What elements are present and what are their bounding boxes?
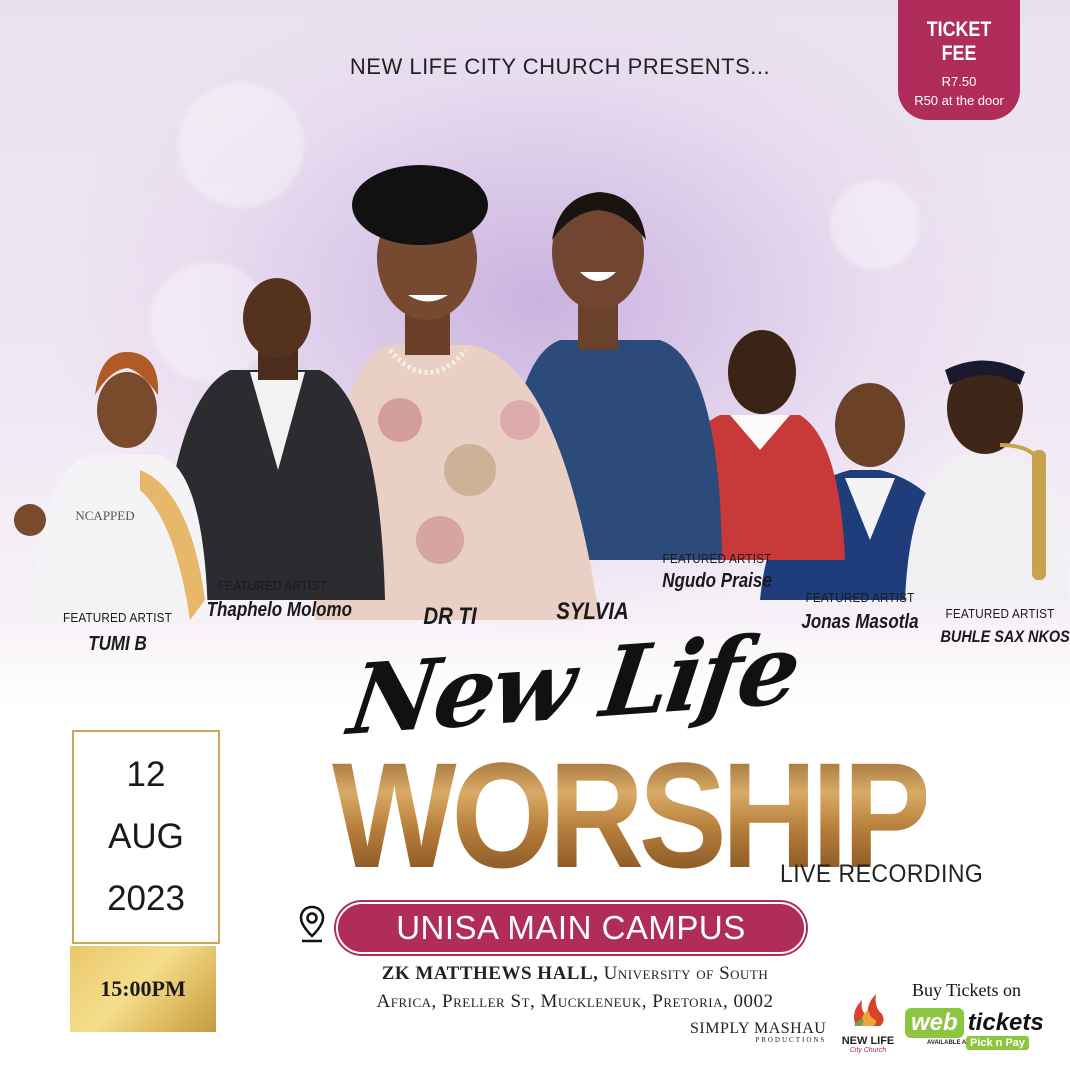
artist-role: FEATURED ARTIST	[945, 606, 1055, 621]
church-logo-text: NEW LIFE	[841, 1035, 895, 1047]
artist-role: FEATURED ARTIST	[218, 578, 327, 593]
artist-label-thaphelo-molomo: FEATURED ARTIST Thaphelo Molomo	[195, 578, 353, 622]
date-box: 12 AUG 2023	[72, 730, 220, 944]
event-poster: NEW LIFE CITY CHURCH PRESENTS... TICKET …	[0, 0, 1070, 1070]
church-logo-sub: City Church	[849, 1047, 887, 1054]
artist-role: FEATURED ARTIST	[805, 590, 915, 605]
artist-label-jonas-masotla: FEATURED ARTIST Jonas Masotla	[785, 590, 935, 634]
location-pin-icon	[299, 905, 325, 943]
artist-name: DR TI	[423, 603, 477, 630]
artist-name: Thaphelo Molomo	[206, 599, 353, 621]
artist-label-dr-ti: DR TI	[395, 603, 505, 631]
shirt-print: NCAPPED	[75, 508, 135, 523]
venue-address-line-1: University of South	[598, 963, 769, 984]
event-subtitle: LIVE RECORDING	[780, 860, 984, 888]
available-at-text: AVAILABLE AT	[927, 1040, 970, 1046]
artist-name: Ngudo Praise	[662, 570, 772, 592]
producer-sub: PRODUCTIONS	[755, 1036, 827, 1044]
photo-buhle-sax-nkosi	[905, 360, 1068, 600]
webtickets-logo[interactable]: web tickets	[905, 1008, 1044, 1038]
photo-tumi-b	[14, 351, 208, 620]
artist-label-tumi-b: FEATURED ARTIST TUMI B	[50, 610, 185, 656]
date-year: 2023	[107, 879, 185, 918]
artist-label-ngudo-praise: FEATURED ARTIST Ngudo Praise	[652, 551, 782, 593]
producer-logo: SIMPLY MASHAU PRODUCTIONS	[690, 1020, 826, 1044]
venue-address-line-2: Africa, Preller St, Muckleneuk, Pretoria…	[376, 991, 774, 1012]
retailer-logo: Pick n Pay	[966, 1036, 1030, 1050]
flame-icon	[854, 994, 884, 1026]
artist-name: SYLVIA	[556, 598, 629, 625]
artist-name: Jonas Masotla	[801, 611, 919, 633]
artist-name: BUHLE SAX NKOSI	[940, 627, 1070, 646]
date-month: AUG	[108, 817, 184, 856]
venue-address: ZK MATTHEWS HALL, University of South Af…	[320, 960, 830, 1016]
artist-label-buhle-sax-nkosi: FEATURED ARTIST BUHLE SAX NKOSI	[930, 606, 1070, 647]
webtickets-tickets: tickets	[967, 1009, 1044, 1036]
venue-name-pill: UNISA MAIN CAMPUS	[336, 902, 806, 954]
church-logo: NEW LIFE City Church	[838, 990, 898, 1054]
date-day: 12	[126, 755, 166, 794]
webtickets-web: web	[905, 1008, 964, 1038]
artist-name: TUMI B	[88, 633, 147, 655]
venue-hall: ZK MATTHEWS HALL,	[381, 963, 599, 984]
buy-tickets-text: Buy Tickets on	[912, 980, 1022, 1000]
producer-name: SIMPLY MASHAU	[690, 1020, 827, 1037]
artist-role: FEATURED ARTIST	[63, 610, 172, 625]
artist-role: FEATURED ARTIST	[662, 551, 772, 566]
event-time: 15:00PM	[70, 946, 216, 1032]
artist-photos	[14, 165, 1068, 620]
artist-label-sylvia: SYLVIA	[535, 598, 650, 626]
